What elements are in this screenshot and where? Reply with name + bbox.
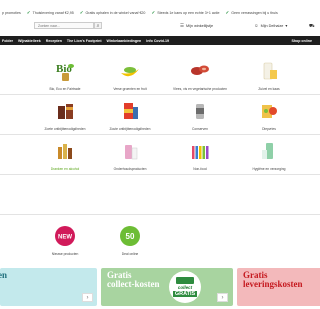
promo-banners: en › Gratis collect-kosten collect GRATI… bbox=[0, 268, 320, 306]
account-link[interactable]: ☺ Mijn Delhaize ▾ bbox=[254, 23, 287, 28]
badge-text: collect bbox=[177, 285, 193, 290]
dairy-icon bbox=[257, 60, 281, 82]
category-label: Hygiëne en verzorging bbox=[252, 167, 286, 171]
usp-item: ✓ Steeds 1e kans op een echte 3+1 actie bbox=[151, 9, 219, 17]
check-icon: ✓ bbox=[225, 10, 230, 15]
nav-item-wine[interactable]: Wijnaktelleek bbox=[18, 39, 41, 43]
category-tile[interactable]: Bio Bio, Eco en Fairtrade bbox=[30, 54, 100, 98]
nav-item-store-offers[interactable]: Winkelaanbiedingen bbox=[107, 39, 142, 43]
nav-item-covid-info[interactable]: Info Covid-19 bbox=[146, 39, 169, 43]
usp-item: p promoties bbox=[2, 9, 21, 17]
main-nav: Folder Wijnaktelleek Recepten The Lion's… bbox=[0, 36, 320, 45]
deal-badge-icon: 50 bbox=[118, 225, 142, 247]
truck-icon bbox=[176, 277, 194, 284]
category-tile[interactable]: Vlees, vis en vegetarische producten bbox=[165, 54, 235, 98]
category-tile[interactable]: Non-food bbox=[165, 134, 235, 178]
category-label: Deal online bbox=[121, 252, 139, 256]
chevron-down-icon: ▾ bbox=[285, 24, 288, 28]
nav-item-lions-footprint[interactable]: The Lion's Footprint bbox=[67, 39, 102, 43]
cart-icon: ⛟ bbox=[309, 23, 315, 28]
banana-icon bbox=[118, 60, 142, 82]
category-label: Verse groenten en fruit bbox=[113, 87, 147, 91]
usp-text: p promoties bbox=[2, 11, 21, 15]
cart-button[interactable]: ⛟ bbox=[309, 23, 315, 30]
category-label: Nieuwe producten bbox=[51, 252, 79, 256]
check-icon: ✓ bbox=[26, 10, 31, 15]
category-tile[interactable]: Zuivel en kaas bbox=[234, 54, 304, 98]
category-label: Onderhoudsproducten bbox=[113, 167, 147, 171]
banner-title: Gratis collect-kosten bbox=[107, 270, 160, 289]
divider bbox=[0, 214, 320, 215]
header-search-row: ⌕ ☰ Mijn winkellijstje ☺ Mijn Delhaize ▾… bbox=[0, 21, 320, 31]
search-button[interactable]: ⌕ bbox=[94, 22, 102, 29]
nav-item-shop-online[interactable]: Shop online bbox=[291, 39, 312, 43]
category-tile[interactable]: Diepvries bbox=[234, 94, 304, 138]
category-tile[interactable]: Hygiëne en verzorging bbox=[234, 134, 304, 178]
usp-text: Gratis ophalen in de winkel vanaf €20 bbox=[85, 11, 146, 15]
divider bbox=[0, 174, 320, 175]
category-label: Diepvries bbox=[262, 127, 276, 131]
account-label: Mijn Delhaize bbox=[260, 23, 284, 28]
hygiene-icon bbox=[257, 140, 281, 162]
usp-text: Geen verrassingen bij u thuis bbox=[231, 11, 278, 15]
usp-item: ✓ Geen verrassingen bij u thuis bbox=[225, 9, 277, 17]
category-tile[interactable]: Verse groenten en fruit bbox=[95, 54, 165, 98]
usp-text: Steeds 1e kans op een echte 3+1 actie bbox=[157, 11, 220, 15]
category-tile[interactable]: Dranken en alcohol bbox=[30, 134, 100, 178]
collect-badge: collect GRATIS bbox=[169, 271, 201, 303]
user-icon: ☺ bbox=[254, 23, 259, 28]
category-tile[interactable]: Conserven bbox=[165, 94, 235, 138]
shopping-list-label: Mijn winkellijstje bbox=[186, 24, 214, 28]
chevron-right-icon[interactable]: › bbox=[82, 293, 93, 302]
category-label: Vlees, vis en vegetarische producten bbox=[173, 87, 227, 91]
category-tile[interactable]: NEW Nieuwe producten bbox=[30, 219, 100, 263]
nav-item-recipes[interactable]: Recepten bbox=[46, 39, 62, 43]
svg-text:NEW: NEW bbox=[58, 235, 72, 241]
list-icon: ☰ bbox=[180, 23, 185, 28]
search-input[interactable] bbox=[34, 22, 94, 29]
usp-bar: p promoties ✓ Thuislevering vanaf €2,95 ✓… bbox=[0, 9, 320, 17]
usp-item: ✓ Gratis ophalen in de winkel vanaf €20 bbox=[80, 9, 146, 17]
frozen-icon bbox=[257, 100, 281, 122]
category-label: Conserven bbox=[192, 127, 208, 131]
chevron-right-icon[interactable]: › bbox=[217, 293, 228, 302]
category-label: Bio, Eco en Fairtrade bbox=[49, 87, 81, 91]
category-label: Zoete ontbijtbenodigdheden bbox=[44, 127, 86, 131]
category-tile[interactable]: Zoete ontbijtbenodigdheden bbox=[30, 94, 100, 138]
meat-icon bbox=[188, 60, 212, 82]
promo-banner[interactable]: en › bbox=[0, 268, 97, 306]
usp-item: ✓ Thuislevering vanaf €2,95 bbox=[27, 9, 74, 17]
category-label: Zuivel en kaas bbox=[258, 87, 280, 91]
promo-banner[interactable]: Gratis collect-kosten collect GRATIS › bbox=[101, 268, 233, 306]
crisps-icon bbox=[118, 100, 142, 122]
check-icon: ✓ bbox=[151, 10, 156, 15]
search-icon: ⌕ bbox=[96, 23, 100, 29]
coffee-icon bbox=[53, 100, 77, 122]
category-label: Non-food bbox=[193, 167, 207, 171]
check-icon: ✓ bbox=[79, 10, 84, 15]
nav-item-folder[interactable]: Folder bbox=[2, 39, 13, 43]
badge-text: GRATIS bbox=[172, 291, 198, 297]
banner-title: Gratis leveringskosten bbox=[243, 270, 303, 289]
category-tile[interactable]: 50 Deal online bbox=[95, 219, 165, 263]
category-tile[interactable]: Zoute ontbijtbenodigdheden bbox=[95, 94, 165, 138]
banner-title: en bbox=[0, 270, 7, 280]
bio-icon: Bio bbox=[53, 60, 77, 82]
nonfood-icon bbox=[188, 140, 212, 162]
svg-text:50: 50 bbox=[126, 232, 135, 241]
can-icon bbox=[188, 100, 212, 122]
new-badge-icon: NEW bbox=[53, 225, 77, 247]
cleaning-icon bbox=[118, 140, 142, 162]
shopping-list-link[interactable]: ☰ Mijn winkellijstje bbox=[180, 23, 213, 29]
promo-banner[interactable]: Gratis leveringskosten bbox=[237, 268, 320, 306]
category-label: Zoute ontbijtbenodigdheden bbox=[109, 127, 151, 131]
drinks-icon bbox=[53, 140, 77, 162]
category-label: Dranken en alcohol bbox=[50, 167, 80, 171]
usp-text: Thuislevering vanaf €2,95 bbox=[32, 11, 74, 15]
category-tile[interactable]: Onderhoudsproducten bbox=[95, 134, 165, 178]
